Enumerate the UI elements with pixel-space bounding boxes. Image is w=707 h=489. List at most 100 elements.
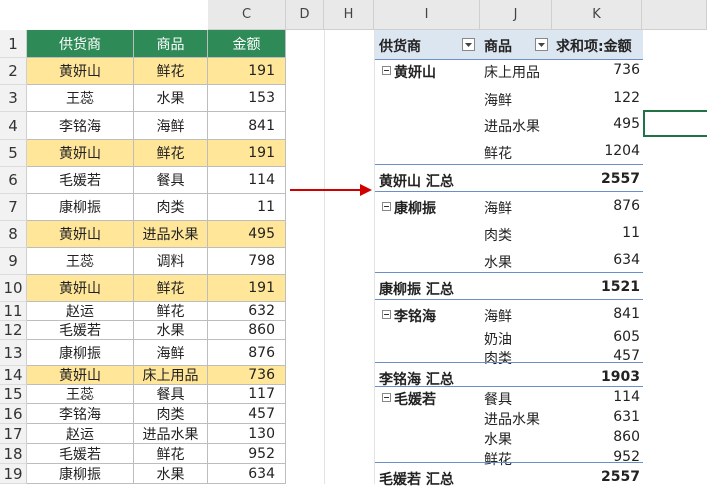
row-number[interactable]: 8: [0, 221, 27, 248]
table-cell[interactable]: 李铭海: [27, 404, 134, 424]
row-number[interactable]: 10: [0, 275, 27, 302]
column-header-j[interactable]: J: [480, 0, 552, 30]
table-cell[interactable]: 赵运: [27, 424, 134, 444]
table-header-cell[interactable]: 金额: [208, 30, 286, 58]
table-cell[interactable]: 床上用品: [134, 366, 208, 385]
row-number[interactable]: 11: [0, 302, 27, 321]
pivot-product: 海鲜: [484, 201, 512, 217]
row-number[interactable]: 5: [0, 140, 27, 167]
collapse-button[interactable]: [382, 310, 391, 319]
table-cell[interactable]: 黄妍山: [27, 275, 134, 302]
column-header-h[interactable]: H: [324, 0, 374, 30]
pivot-header-supplier: 供货商: [379, 39, 421, 55]
table-cell[interactable]: 肉类: [134, 404, 208, 424]
collapse-button[interactable]: [382, 393, 391, 402]
table-cell[interactable]: 王蕊: [27, 385, 134, 404]
table-cell[interactable]: 鲜花: [134, 140, 208, 167]
row-number[interactable]: 19: [0, 464, 27, 484]
row-number[interactable]: 16: [0, 404, 27, 424]
table-cell[interactable]: 634: [208, 464, 286, 484]
table-cell[interactable]: 114: [208, 167, 286, 194]
row-number[interactable]: 12: [0, 321, 27, 340]
table-cell[interactable]: 鲜花: [134, 302, 208, 321]
table-cell[interactable]: 进品水果: [134, 424, 208, 444]
row-number[interactable]: 17: [0, 424, 27, 444]
table-cell[interactable]: 水果: [134, 85, 208, 112]
table-cell[interactable]: 11: [208, 194, 286, 221]
row-number[interactable]: 3: [0, 85, 27, 112]
supplier-filter-dropdown[interactable]: [462, 38, 475, 51]
table-cell[interactable]: 495: [208, 221, 286, 248]
red-arrow-icon: [290, 184, 372, 196]
table-cell[interactable]: 康柳振: [27, 464, 134, 484]
table-cell[interactable]: 进品水果: [134, 221, 208, 248]
product-filter-dropdown[interactable]: [535, 38, 548, 51]
table-cell[interactable]: 860: [208, 321, 286, 340]
row-number[interactable]: 9: [0, 248, 27, 275]
pivot-subtotal-label: 黄妍山 汇总: [379, 174, 454, 190]
table-cell[interactable]: 海鲜: [134, 112, 208, 140]
column-header-k[interactable]: K: [552, 0, 642, 30]
minus-box-icon: [384, 70, 389, 71]
table-cell[interactable]: 黄妍山: [27, 58, 134, 85]
active-cell[interactable]: [643, 110, 707, 137]
table-cell[interactable]: 鲜花: [134, 58, 208, 85]
table-cell[interactable]: 191: [208, 275, 286, 302]
table-cell[interactable]: 191: [208, 58, 286, 85]
column-header-l[interactable]: [642, 0, 707, 30]
table-cell[interactable]: 餐具: [134, 167, 208, 194]
table-cell[interactable]: 王蕊: [27, 248, 134, 275]
table-cell[interactable]: 毛媛若: [27, 444, 134, 464]
table-cell[interactable]: 肉类: [134, 194, 208, 221]
table-cell[interactable]: 王蕊: [27, 85, 134, 112]
table-cell[interactable]: 餐具: [134, 385, 208, 404]
row-number[interactable]: 13: [0, 340, 27, 366]
row-number[interactable]: 6: [0, 167, 27, 194]
table-cell[interactable]: 李铭海: [27, 112, 134, 140]
row-number[interactable]: 18: [0, 444, 27, 464]
pivot-subtotal-label: 李铭海 汇总: [379, 372, 454, 388]
pivot-subtotal-value: 2557: [601, 171, 640, 187]
table-cell[interactable]: 632: [208, 302, 286, 321]
table-cell[interactable]: 876: [208, 340, 286, 366]
row-number[interactable]: 14: [0, 366, 27, 385]
table-cell[interactable]: 117: [208, 385, 286, 404]
table-cell[interactable]: 130: [208, 424, 286, 444]
row-number[interactable]: 1: [0, 30, 27, 58]
table-header-cell[interactable]: 供货商: [27, 30, 134, 58]
table-cell[interactable]: 赵运: [27, 302, 134, 321]
table-cell[interactable]: 海鲜: [134, 340, 208, 366]
row-number[interactable]: 2: [0, 58, 27, 85]
table-cell[interactable]: 736: [208, 366, 286, 385]
pivot-divider: [375, 272, 643, 273]
table-cell[interactable]: 黄妍山: [27, 366, 134, 385]
column-header-c[interactable]: C: [208, 0, 286, 30]
collapse-button[interactable]: [382, 66, 391, 75]
table-cell[interactable]: 153: [208, 85, 286, 112]
column-header-d[interactable]: D: [286, 0, 324, 30]
row-number[interactable]: 4: [0, 112, 27, 140]
pivot-value: 495: [613, 116, 640, 132]
table-cell[interactable]: 鲜花: [134, 444, 208, 464]
table-cell[interactable]: 鲜花: [134, 275, 208, 302]
table-cell[interactable]: 毛媛若: [27, 321, 134, 340]
table-cell[interactable]: 黄妍山: [27, 140, 134, 167]
table-cell[interactable]: 水果: [134, 464, 208, 484]
table-cell[interactable]: 798: [208, 248, 286, 275]
collapse-button[interactable]: [382, 202, 391, 211]
table-header-cell[interactable]: 商品: [134, 30, 208, 58]
table-cell[interactable]: 191: [208, 140, 286, 167]
table-cell[interactable]: 457: [208, 404, 286, 424]
column-header-i[interactable]: I: [374, 0, 480, 30]
table-cell[interactable]: 毛媛若: [27, 167, 134, 194]
row-number[interactable]: 7: [0, 194, 27, 221]
table-cell[interactable]: 康柳振: [27, 194, 134, 221]
table-cell[interactable]: 康柳振: [27, 340, 134, 366]
table-cell[interactable]: 952: [208, 444, 286, 464]
table-cell[interactable]: 黄妍山: [27, 221, 134, 248]
row-number[interactable]: 15: [0, 385, 27, 404]
table-cell[interactable]: 水果: [134, 321, 208, 340]
pivot-divider: [375, 299, 643, 300]
table-cell[interactable]: 841: [208, 112, 286, 140]
table-cell[interactable]: 调料: [134, 248, 208, 275]
